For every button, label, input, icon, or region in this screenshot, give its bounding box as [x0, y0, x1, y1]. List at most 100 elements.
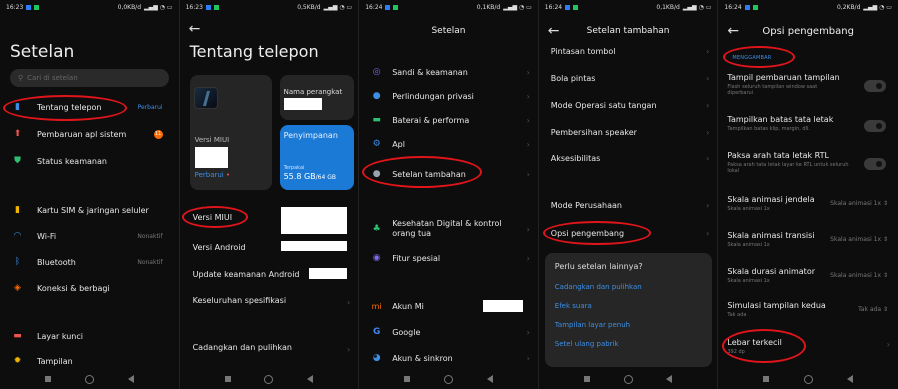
settings-item-about-phone[interactable]: ▮ Tentang telepon Perbarui — [0, 99, 179, 115]
settings-item-display[interactable]: ✹ Tampilan — [0, 353, 179, 369]
link-backup-restore[interactable]: Cadangkan dan pulihkan — [555, 283, 642, 291]
item-simulate-secondary-display[interactable]: Simulasi tampilan kedua — [727, 301, 825, 310]
item-label: Tentang telepon — [37, 102, 102, 112]
toggle-switch[interactable] — [863, 158, 886, 170]
dropdown-value[interactable]: Tak ada ⇕ — [858, 306, 888, 313]
network-speed: 0,5KB/d — [297, 3, 321, 11]
item-quick-ball[interactable]: Bola pintas › — [539, 70, 718, 86]
item-enterprise-mode[interactable]: Mode Perusahaan › — [539, 197, 718, 213]
chevron-right-icon: › — [526, 67, 530, 77]
row-backup-restore[interactable]: Cadangkan dan pulihkan — [193, 343, 292, 352]
settings-item-apps[interactable]: ⚙ Apl › — [359, 136, 538, 152]
row-android-security-update[interactable]: Update keamanan Android — [193, 270, 300, 279]
dropdown-value[interactable]: Skala animasi 1x ⇕ — [830, 200, 888, 207]
dropdown-value[interactable]: Skala animasi 1x ⇕ — [830, 236, 888, 243]
settings-item-bluetooth[interactable]: ᛒ Bluetooth Nonaktif — [0, 254, 179, 270]
item-animator-duration-scale[interactable]: Skala durasi animator — [727, 267, 815, 276]
item-label: Bola pintas — [550, 73, 596, 83]
chevron-right-icon: › — [346, 298, 351, 307]
item-one-handed-mode[interactable]: Mode Operasi satu tangan › — [539, 97, 718, 113]
more-icon: ● — [372, 169, 381, 179]
recents-icon[interactable] — [224, 376, 231, 382]
updown-icon: ⇕ — [882, 306, 888, 313]
screen-settings-scrolled: 16:24 0,1KB/d ▂▄▆ ◔ ▭ Setelan ◎ Sandi & k… — [359, 0, 539, 389]
item-accessibility[interactable]: Aksesibilitas › — [539, 150, 718, 166]
network-speed: 0,2KB/d — [836, 3, 861, 11]
chevron-right-icon: › — [706, 228, 710, 238]
settings-item-passwords-security[interactable]: ◎ Sandi & keamanan › — [359, 64, 538, 80]
item-label: Layar kunci — [37, 331, 83, 341]
more-settings-title: Perlu setelan lainnya? — [554, 262, 643, 271]
settings-item-sim[interactable]: ▮ Kartu SIM & jaringan seluler — [0, 202, 179, 218]
settings-item-wifi[interactable]: ◠ Wi-Fi Nonaktif — [0, 228, 179, 244]
back-icon[interactable] — [486, 375, 493, 383]
item-show-layout-bounds[interactable]: Tampilkan batas tata letak — [727, 115, 833, 124]
chevron-right-icon: › — [526, 169, 530, 179]
item-window-animation-scale[interactable]: Skala animasi jendela — [727, 195, 814, 204]
search-input[interactable]: ⚲ Cari di setelan — [10, 69, 169, 87]
settings-item-accounts-sync[interactable]: ◕ Akun & sinkron › — [359, 350, 538, 366]
dropdown-value-text: Tak ada — [858, 306, 882, 313]
row-miui-version[interactable]: Versi MIUI — [193, 213, 232, 222]
item-sublabel: 392 dp — [727, 349, 745, 355]
back-icon[interactable] — [666, 375, 673, 383]
bluetooth-icon: ᛒ — [14, 257, 21, 267]
home-icon[interactable] — [443, 374, 453, 384]
home-icon[interactable] — [623, 374, 633, 384]
screen-settings: 16:23 0,0KB/d ▂▄▆ ◔ ▭ Setelan ⚲ Cari di se… — [0, 0, 180, 389]
network-speed: 0,0KB/d — [117, 3, 142, 11]
item-force-rtl[interactable]: Paksa arah tata letak RTL — [727, 151, 829, 160]
recents-icon[interactable] — [583, 376, 590, 382]
mi-logo-icon: mi — [371, 301, 382, 311]
settings-item-security-status[interactable]: ⛊ Status keamanan — [0, 153, 179, 169]
item-button-shortcuts[interactable]: Pintasan tombol › — [539, 43, 718, 59]
toggle-switch[interactable] — [863, 80, 886, 92]
nav-bar — [180, 369, 359, 389]
update-label: Perbarui — [137, 103, 163, 111]
home-icon[interactable] — [803, 374, 813, 384]
item-transition-animation-scale[interactable]: Skala animasi transisi — [727, 231, 814, 240]
back-icon[interactable] — [846, 375, 853, 383]
item-label: Google — [392, 327, 421, 337]
settings-item-privacy[interactable]: ● Perlindungan privasi › — [359, 88, 538, 104]
shield-icon: ⛊ — [14, 156, 21, 166]
back-icon[interactable] — [127, 375, 134, 383]
toggle-switch[interactable] — [863, 120, 886, 132]
dropdown-value[interactable]: Skala animasi 1x ⇕ — [830, 272, 888, 279]
home-icon[interactable] — [84, 374, 94, 384]
home-icon[interactable] — [264, 374, 274, 384]
settings-item-system-apps-update[interactable]: ⬆ Pembaruan apl sistem 11 — [0, 126, 179, 142]
row-all-specs[interactable]: Keseluruhan spesifikasi — [193, 296, 286, 305]
nav-bar — [539, 369, 718, 389]
device-name-label: Nama perangkat — [283, 88, 343, 96]
link-full-screen-display[interactable]: Tampilan layar penuh — [555, 321, 630, 329]
app-notification-icon — [34, 4, 40, 10]
item-show-surface-updates[interactable]: Tampil pembaruan tampilan — [727, 73, 839, 82]
item-sublabel: Flash seluruh tampilan window saat diper… — [727, 84, 818, 96]
update-link[interactable]: Perbarui • — [195, 171, 231, 179]
link-sound-effects[interactable]: Efek suara — [555, 302, 592, 310]
back-icon[interactable] — [307, 375, 314, 383]
item-speaker-cleaner[interactable]: Pembersihan speaker › — [539, 124, 718, 140]
link-factory-reset[interactable]: Setel ulang pabrik — [555, 340, 619, 348]
item-smallest-width[interactable]: Lebar terkecil — [727, 338, 782, 347]
settings-item-digital-wellbeing[interactable]: ♣ Kesehatan Digital & kontrol orang tua … — [359, 218, 538, 240]
row-android-version[interactable]: Versi Android — [193, 243, 246, 252]
settings-item-additional-settings[interactable]: ● Setelan tambahan › — [359, 166, 538, 182]
recents-icon[interactable] — [44, 376, 51, 382]
settings-item-special-features[interactable]: ◉ Fitur spesial › — [359, 250, 538, 266]
chevron-right-icon: › — [706, 73, 710, 83]
item-developer-options[interactable]: Opsi pengembang › — [539, 225, 718, 241]
item-sublabel: Tampilkan batas klip, margin, dll. — [727, 126, 810, 132]
settings-item-lock-screen[interactable]: ▬ Layar kunci — [0, 328, 179, 344]
chevron-right-icon: › — [706, 100, 710, 110]
settings-item-connection-sharing[interactable]: ◈ Koneksi & berbagi — [0, 280, 179, 296]
recents-icon[interactable] — [404, 376, 411, 382]
settings-item-google[interactable]: G Google › — [359, 324, 538, 340]
back-arrow-icon[interactable]: ← — [189, 22, 201, 36]
settings-item-battery[interactable]: ▬ Baterai & performa › — [359, 112, 538, 128]
chevron-right-icon: › — [526, 224, 530, 234]
sun-icon: ✹ — [13, 356, 22, 366]
status-bar: 16:23 0,0KB/d ▂▄▆ ◔ ▭ — [0, 0, 179, 14]
recents-icon[interactable] — [763, 376, 770, 382]
